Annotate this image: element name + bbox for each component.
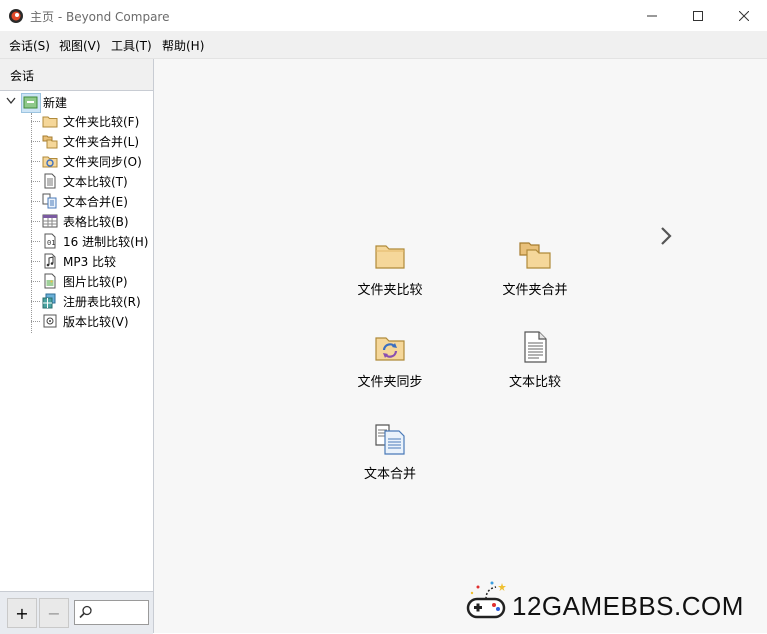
tree-connector bbox=[31, 261, 40, 262]
text-document-icon bbox=[44, 173, 56, 189]
sidebar-item-label: 图片比较(P) bbox=[63, 275, 128, 289]
svg-text:01: 01 bbox=[47, 239, 55, 247]
chevron-right-icon[interactable] bbox=[656, 224, 676, 248]
folder-sync-icon bbox=[375, 337, 405, 361]
sidebar-item-label: 文本比较(T) bbox=[63, 175, 128, 189]
sidebar-item-text-compare[interactable]: 文本比较(T) bbox=[0, 171, 153, 191]
remove-session-button[interactable]: − bbox=[39, 598, 69, 628]
tree-connector bbox=[31, 221, 40, 222]
add-session-button[interactable]: + bbox=[7, 598, 37, 628]
sidebar-item-label: 文件夹合并(L) bbox=[63, 135, 140, 149]
sidebar-item-label: 文本合并(E) bbox=[63, 195, 128, 209]
sidebar-footer: + − bbox=[0, 591, 153, 634]
sidebar-item-registry-compare[interactable]: 注册表比较(R) bbox=[0, 291, 153, 311]
tree-connector bbox=[31, 321, 40, 322]
sidebar-item-mp3-compare[interactable]: MP3 比较 bbox=[0, 251, 153, 271]
image-icon bbox=[44, 273, 56, 289]
watermark-text: 12GAMEBBS.COM bbox=[512, 591, 744, 621]
tree-connector bbox=[31, 121, 40, 122]
title-bar: 主页 - Beyond Compare bbox=[0, 0, 767, 31]
music-icon bbox=[44, 253, 56, 269]
menu-bar: 会话(S) 视图(V) 工具(T) 帮助(H) bbox=[0, 31, 767, 59]
tile-folder-compare[interactable]: 文件夹比较 bbox=[335, 239, 445, 309]
text-merge-icon bbox=[375, 424, 405, 455]
table-icon bbox=[42, 214, 58, 228]
tile-folder-sync[interactable]: 文件夹同步 bbox=[335, 331, 445, 401]
tile-text-merge[interactable]: 文本合并 bbox=[335, 423, 445, 493]
tree-connector bbox=[31, 201, 40, 202]
maximize-icon bbox=[693, 10, 703, 21]
menu-help[interactable]: 帮助(H) bbox=[162, 37, 204, 54]
tree-root-label: 新建 bbox=[43, 96, 68, 110]
registry-icon bbox=[42, 293, 56, 309]
sidebar-item-label: 表格比较(B) bbox=[63, 215, 129, 229]
tile-text-compare[interactable]: 文本比较 bbox=[480, 331, 590, 401]
sidebar-item-label: 文件夹比较(F) bbox=[63, 115, 140, 129]
sidebar-item-label: 注册表比较(R) bbox=[63, 295, 141, 309]
tree-connector bbox=[31, 241, 40, 242]
sidebar-header: 会话 bbox=[0, 59, 153, 91]
maximize-button[interactable] bbox=[675, 0, 721, 31]
sidebar-item-folder-sync[interactable]: 文件夹同步(O) bbox=[0, 151, 153, 171]
sidebar-item-version-compare[interactable]: 版本比较(V) bbox=[0, 311, 153, 331]
sidebar-item-label: 版本比较(V) bbox=[63, 315, 129, 329]
tile-label: 文件夹同步 bbox=[357, 375, 423, 390]
text-document-icon bbox=[524, 331, 547, 363]
tree-connector bbox=[31, 141, 40, 142]
tree-connector bbox=[31, 281, 40, 282]
sidebar-item-label: MP3 比较 bbox=[63, 255, 117, 269]
menu-tools[interactable]: 工具(T) bbox=[111, 37, 152, 54]
window-title: 主页 - Beyond Compare bbox=[30, 10, 170, 24]
new-session-icon bbox=[23, 96, 38, 109]
version-icon bbox=[43, 314, 57, 328]
tree-connector bbox=[31, 181, 40, 182]
tile-label: 文本合并 bbox=[363, 467, 416, 482]
sidebar-item-text-merge[interactable]: 文本合并(E) bbox=[0, 191, 153, 211]
sidebar-item-table-compare[interactable]: 表格比较(B) bbox=[0, 211, 153, 231]
tree-connector bbox=[31, 301, 40, 302]
folder-merge-icon bbox=[519, 242, 551, 269]
folder-sync-icon bbox=[42, 156, 58, 168]
beyond-compare-app-icon bbox=[9, 9, 23, 23]
sidebar-item-folder-compare[interactable]: 文件夹比较(F) bbox=[0, 111, 153, 131]
sidebar-title: 会话 bbox=[10, 69, 35, 83]
minimize-icon bbox=[647, 15, 657, 16]
sidebar-item-label: 文件夹同步(O) bbox=[63, 155, 142, 169]
folder-icon bbox=[42, 116, 58, 128]
tree-connector bbox=[31, 161, 40, 162]
menu-session[interactable]: 会话(S) bbox=[9, 37, 50, 54]
tile-label: 文件夹合并 bbox=[502, 283, 568, 298]
tile-label: 文本比较 bbox=[508, 375, 561, 390]
menu-view[interactable]: 视图(V) bbox=[59, 37, 101, 54]
close-button[interactable] bbox=[721, 0, 767, 31]
gamepad-logo-icon bbox=[466, 581, 506, 619]
sidebar-item-folder-merge[interactable]: 文件夹合并(L) bbox=[0, 131, 153, 151]
folder-merge-icon bbox=[42, 135, 58, 149]
session-tree: 新建 文件夹比较(F) 文件夹合并(L) 文件夹同步(O) 文本比较(T) 文本… bbox=[0, 91, 153, 591]
close-icon bbox=[739, 10, 749, 21]
sidebar-item-hex-compare[interactable]: 01 16 进制比较(H) bbox=[0, 231, 153, 251]
hex-icon: 01 bbox=[44, 233, 56, 249]
tree-root-new[interactable]: 新建 bbox=[0, 93, 153, 113]
tile-label: 文件夹比较 bbox=[357, 283, 423, 298]
minimize-button[interactable] bbox=[629, 0, 675, 31]
search-icon bbox=[79, 605, 92, 619]
tile-folder-merge[interactable]: 文件夹合并 bbox=[480, 239, 590, 309]
text-merge-icon bbox=[42, 193, 57, 209]
sessions-sidebar: 会话 新建 文件夹比较(F) 文件夹合并(L) 文件夹同步(O) 文本比较(T)… bbox=[0, 59, 154, 634]
sidebar-item-image-compare[interactable]: 图片比较(P) bbox=[0, 271, 153, 291]
chevron-down-icon[interactable] bbox=[6, 97, 16, 105]
sidebar-item-label: 16 进制比较(H) bbox=[63, 235, 149, 249]
watermark: 12GAMEBBS.COM bbox=[464, 577, 764, 627]
folder-icon bbox=[375, 245, 405, 269]
session-search-input[interactable] bbox=[74, 600, 149, 625]
home-panel: 文件夹比较 文件夹合并 文件夹同步 文本比较 文本合并 12GAMEBBS.CO… bbox=[154, 59, 767, 633]
